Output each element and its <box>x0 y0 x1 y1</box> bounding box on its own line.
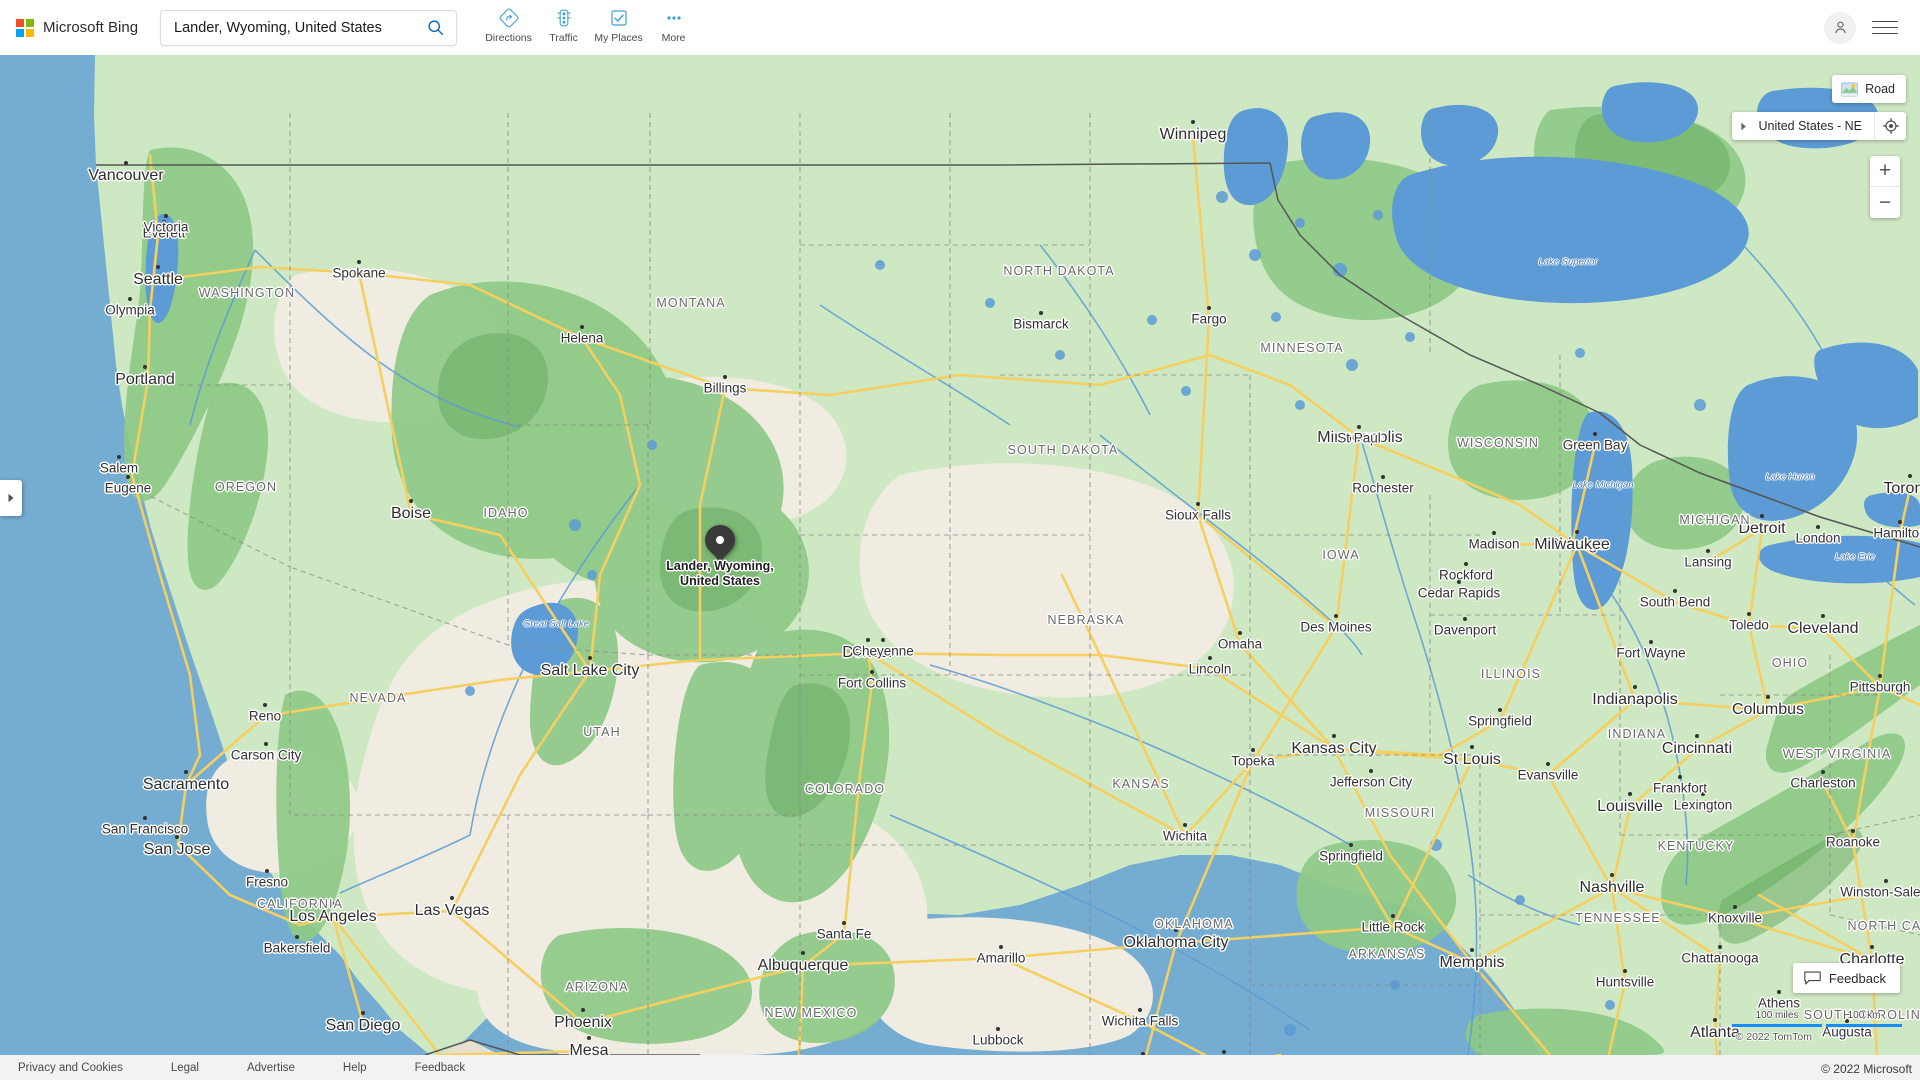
feedback-bubble-icon <box>1804 971 1821 985</box>
map-feedback-label: Feedback <box>1828 970 1886 986</box>
chevron-right-icon <box>8 493 14 503</box>
search-button[interactable] <box>414 11 456 45</box>
search-input[interactable] <box>161 10 415 45</box>
map-style-label: Road <box>1865 82 1895 96</box>
checkbox-icon <box>609 7 629 28</box>
pushpin-label: Lander, Wyoming, United States <box>666 559 773 589</box>
chevron-right-icon <box>1741 122 1746 130</box>
bing-brand-logo[interactable]: Microsoft Bing <box>16 18 139 37</box>
scale-miles: 100 miles <box>1732 1010 1822 1027</box>
toolbar-label-my-places: My Places <box>594 32 643 44</box>
search-icon <box>427 20 443 36</box>
map-data-attribution: © 2022 TomTom <box>1735 1031 1812 1043</box>
page-footer: Privacy and Cookies Legal Advertise Help… <box>0 1055 1920 1080</box>
toolbar-label-more: More <box>661 32 686 44</box>
directions-icon <box>499 7 519 28</box>
zoom-out-button[interactable]: − <box>1870 187 1900 218</box>
scale-km-label: 100 km <box>1847 1010 1881 1021</box>
footer-link-privacy[interactable]: Privacy and Cookies <box>18 1062 123 1074</box>
person-icon <box>1834 21 1846 34</box>
account-button[interactable] <box>1824 11 1856 44</box>
map-feedback-button[interactable]: Feedback <box>1792 963 1900 993</box>
traffic-light-icon <box>554 7 574 28</box>
toolbar-label-traffic: Traffic <box>549 32 578 44</box>
brand-text: Microsoft Bing <box>43 19 139 36</box>
app-header: Microsoft Bing Directions <box>0 0 1920 55</box>
microsoft-copyright: © 2022 Microsoft <box>1821 1062 1912 1076</box>
scale-miles-label: 100 miles <box>1755 1010 1799 1021</box>
locate-me-button[interactable] <box>1874 112 1906 140</box>
microsoft-logo-icon <box>16 18 34 37</box>
toolbar-item-more[interactable]: More <box>646 7 701 44</box>
map-terrain-canvas <box>0 55 1920 1055</box>
map-viewport[interactable]: ChicagoDenverDallasLos AngelesDetroitOkl… <box>0 55 1920 1055</box>
pushpin-label-line2: United States <box>680 574 760 588</box>
footer-link-advertise[interactable]: Advertise <box>247 1062 295 1074</box>
zoom-controls: + − <box>1870 156 1900 218</box>
expand-side-panel-button[interactable] <box>0 480 22 516</box>
map-toolbar: Directions Traffic My Places More <box>481 0 701 55</box>
map-scale-bar: 100 miles 100 km <box>1732 1010 1902 1027</box>
toolbar-item-traffic[interactable]: Traffic <box>536 7 591 44</box>
locate-me-icon <box>1882 118 1899 134</box>
scale-km: 100 km <box>1826 1010 1902 1027</box>
map-style-icon <box>1841 82 1858 96</box>
header-right-actions <box>1824 11 1898 44</box>
pushpin-label-line1: Lander, Wyoming, <box>666 559 774 573</box>
footer-links: Privacy and Cookies Legal Advertise Help… <box>18 1062 513 1074</box>
toolbar-item-directions[interactable]: Directions <box>481 7 536 44</box>
footer-link-help[interactable]: Help <box>343 1062 367 1074</box>
location-bar-label: United States - NE <box>1758 119 1862 133</box>
location-bar: United States - NE <box>1732 112 1906 140</box>
toolbar-item-my-places[interactable]: My Places <box>591 7 646 44</box>
zoom-in-button[interactable]: + <box>1870 156 1900 187</box>
ellipsis-icon <box>664 7 684 28</box>
toolbar-label-directions: Directions <box>485 32 532 44</box>
footer-link-legal[interactable]: Legal <box>171 1062 199 1074</box>
hamburger-menu-icon[interactable] <box>1872 18 1898 38</box>
footer-link-feedback[interactable]: Feedback <box>415 1062 466 1074</box>
map-style-button[interactable]: Road <box>1832 75 1906 103</box>
pushpin-icon[interactable] <box>698 518 742 562</box>
location-expand-button[interactable] <box>1732 112 1754 140</box>
search-bar <box>160 9 458 46</box>
location-pushpin[interactable]: Lander, Wyoming, United States <box>666 518 774 588</box>
